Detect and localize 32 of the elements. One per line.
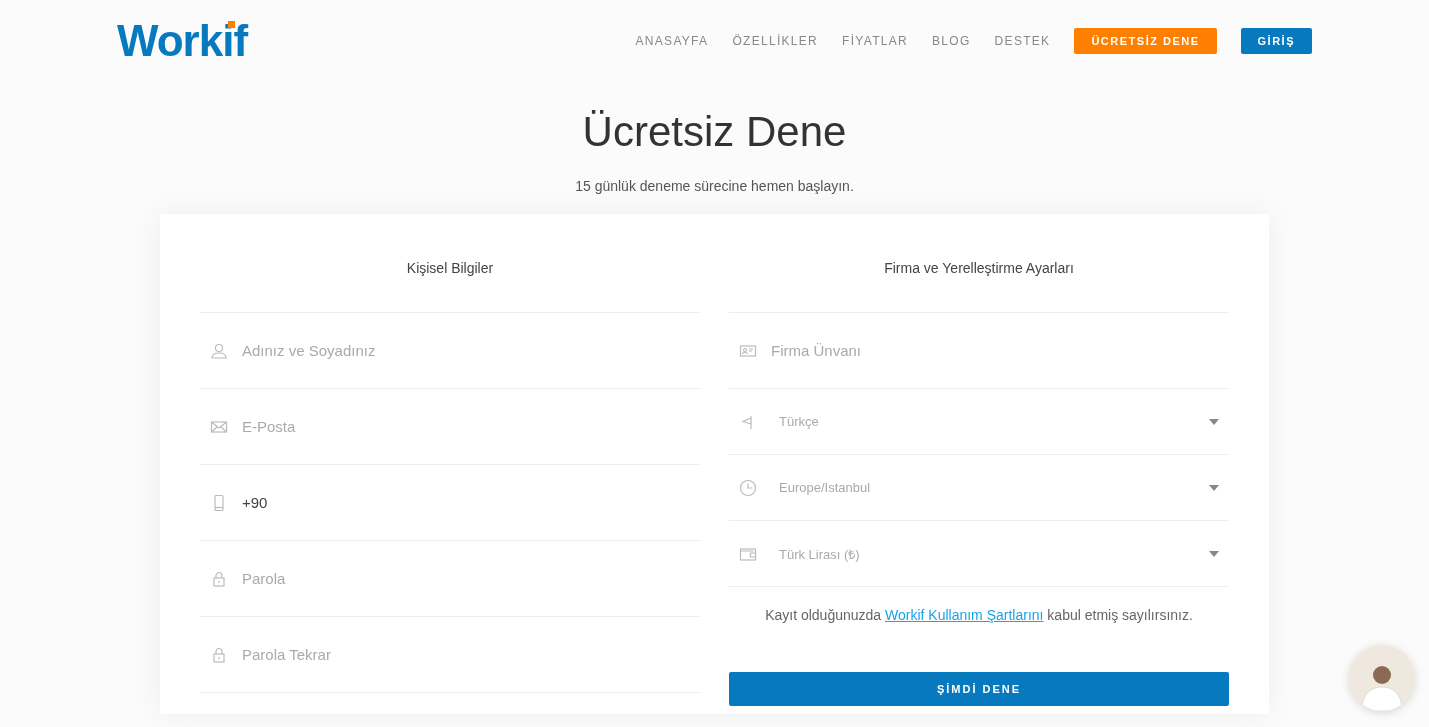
page-title: Ücretsiz Dene	[581, 108, 848, 156]
clock-icon	[739, 478, 757, 497]
select-field[interactable]: Europe/Istanbul	[769, 455, 1219, 520]
terms-link[interactable]: Workif Kullanım Şartlarını	[885, 607, 1044, 623]
subtitle: 15 günlük deneme sürecine hemen başlayın.	[574, 178, 855, 194]
nav-link[interactable]: ÖZELLİKLER	[732, 34, 819, 48]
user-icon	[210, 341, 228, 360]
input-field[interactable]: E-Posta	[240, 417, 690, 436]
submit-button[interactable]: ŞİMDİ DENE	[729, 672, 1229, 706]
input-field[interactable]: Parola Tekrar	[240, 645, 690, 664]
select-field[interactable]: Türk Lirası (₺)	[769, 521, 1219, 586]
trial-button[interactable]: ÜCRETSİZ DENE	[1074, 28, 1217, 54]
login-button[interactable]: GİRİŞ	[1240, 28, 1312, 54]
section-heading: Firma ve Yerelleştirme Ayarları	[729, 260, 1229, 313]
avatar[interactable]	[1349, 645, 1415, 711]
logo[interactable]: Workif	[117, 19, 248, 63]
caret-icon	[1209, 484, 1219, 491]
caret-icon	[1209, 550, 1219, 557]
lock-icon	[210, 569, 228, 588]
nav-link[interactable]: FİYATLAR	[842, 34, 909, 48]
select-field[interactable]: Türkçe	[769, 389, 1219, 454]
nav-link[interactable]: DESTEK	[994, 34, 1051, 48]
input-field[interactable]: Parola	[240, 569, 690, 588]
nav-link[interactable]: ANASAYFA	[635, 34, 709, 48]
terms-text: Kayıt olduğunuzda Workif Kullanım Şartlarını kabul etmiş sayılırsınız.	[764, 607, 1194, 623]
input-field[interactable]: Adınız ve Soyadınız	[240, 341, 690, 360]
input-field[interactable]: +90	[240, 493, 690, 512]
section-heading: Kişisel Bilgiler	[200, 260, 700, 313]
nav-link[interactable]: BLOG	[932, 34, 971, 48]
input-field[interactable]: Firma Ünvanı	[769, 341, 1219, 360]
lock-icon	[210, 645, 228, 664]
caret-icon	[1209, 418, 1219, 425]
